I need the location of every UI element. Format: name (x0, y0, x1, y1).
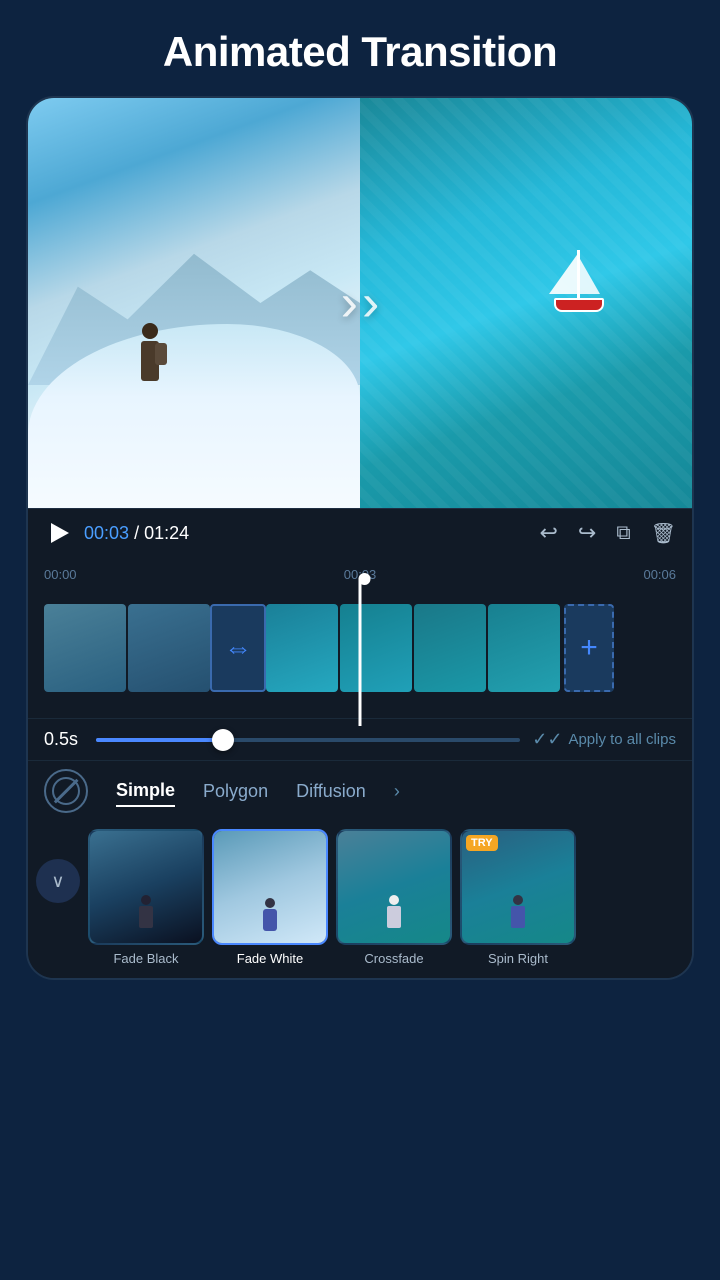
control-icons: ↩ ↪ ⧉ 🗑 (539, 520, 676, 546)
check-icon: ✓✓ (532, 729, 562, 750)
tab-simple[interactable]: Simple (116, 776, 175, 807)
duration-slider-thumb[interactable] (212, 729, 234, 751)
clip-thumb-ocean-4[interactable] (488, 604, 560, 692)
transitions-row: ∨ Fade Black (28, 821, 692, 978)
no-transition-slash (54, 779, 78, 803)
chevron-down-icon: ∨ (51, 871, 64, 892)
redo-button[interactable]: ↪ (578, 520, 596, 546)
boat-sail-left (549, 252, 579, 294)
undo-button[interactable]: ↩ (539, 520, 557, 546)
boat-sail-right (580, 259, 600, 294)
video-right-panel (360, 98, 692, 508)
apply-all-label: Apply to all clips (568, 731, 676, 748)
fade-white-label: Fade White (237, 951, 303, 966)
page-title: Animated Transition (0, 0, 720, 96)
duration-slider-fill (96, 738, 223, 742)
current-time: 00:03 (84, 523, 129, 543)
timeline-area: 00:00 00:03 00:06 (28, 557, 692, 718)
play-button[interactable] (44, 519, 72, 547)
clip-thumb-ocean-2[interactable] (340, 604, 412, 692)
transition-arrows-overlay: › › (341, 277, 380, 329)
fade-black-label: Fade Black (113, 951, 178, 966)
clip-thumb-2[interactable] (128, 604, 210, 692)
fade-white-figure (263, 898, 277, 931)
chevron-right-icon: › (341, 277, 358, 329)
video-preview: › › (28, 98, 692, 508)
delete-button[interactable]: 🗑 (651, 521, 676, 546)
spin-right-figure (511, 895, 525, 928)
duration-value: 0.5s (44, 729, 84, 750)
time-divider: / (134, 523, 139, 543)
transition-icon[interactable]: ⇔ (210, 604, 266, 692)
person-body (141, 341, 159, 381)
boat-mast (577, 250, 580, 300)
fade-white-thumb[interactable] (212, 829, 328, 945)
tab-polygon[interactable]: Polygon (203, 777, 268, 806)
clip-group-right[interactable] (266, 604, 560, 692)
transition-spin-right[interactable]: TRY Spin Right (460, 829, 576, 966)
no-transition-icon (52, 777, 80, 805)
ruler-mark-2: 00:06 (465, 567, 676, 582)
controls-bar: 00:03 / 01:24 ↩ ↪ ⧉ 🗑 (28, 508, 692, 557)
ruler-mark-0: 00:00 (44, 567, 255, 582)
person-figure (134, 323, 166, 393)
water-texture (360, 98, 692, 508)
boat-hull (554, 298, 604, 312)
time-display: 00:03 / 01:24 (84, 523, 527, 544)
clip-thumb-ocean-3[interactable] (414, 604, 486, 692)
tab-diffusion[interactable]: Diffusion (296, 777, 366, 806)
transition-crossfade[interactable]: Crossfade (336, 829, 452, 966)
no-transition-button[interactable] (44, 769, 88, 813)
crossfade-label: Crossfade (364, 951, 423, 966)
playhead (359, 578, 362, 726)
spin-right-thumb[interactable]: TRY (460, 829, 576, 945)
phone-frame: › › 00:03 / 01:24 ↩ ↪ ⧉ 🗑 (26, 96, 694, 980)
try-badge-spin-right: TRY (466, 835, 498, 851)
fade-black-thumb[interactable] (88, 829, 204, 945)
timeline-track-area: ⇔ (44, 588, 676, 718)
duplicate-button[interactable]: ⧉ (616, 522, 630, 545)
transition-swap-icon: ⇔ (224, 632, 252, 664)
category-tabs: Simple Polygon Diffusion › (28, 760, 692, 821)
crossfade-figure (387, 895, 401, 928)
clip-thumb-1[interactable] (44, 604, 126, 692)
transition-fade-white[interactable]: Fade White (212, 829, 328, 966)
person-head (142, 323, 158, 339)
fade-black-figure (139, 895, 153, 928)
chevron-right-icon-2: › (362, 277, 379, 329)
total-time: 01:24 (144, 523, 189, 543)
transition-fade-black[interactable]: Fade Black (88, 829, 204, 966)
spin-right-label: Spin Right (488, 951, 548, 966)
video-left-panel (28, 98, 360, 508)
clip-thumb-ocean-1[interactable] (266, 604, 338, 692)
person-backpack (155, 343, 167, 365)
sailboat (539, 242, 619, 322)
collapse-button[interactable]: ∨ (36, 859, 80, 903)
clip-group-left[interactable] (44, 604, 210, 692)
apply-all-clips[interactable]: ✓✓ Apply to all clips (532, 729, 676, 750)
categories-more-button[interactable]: › (394, 781, 400, 802)
duration-slider[interactable] (96, 738, 520, 742)
add-clip-button[interactable]: + (564, 604, 614, 692)
crossfade-thumb[interactable] (336, 829, 452, 945)
playhead-top (359, 573, 371, 585)
play-icon (51, 523, 69, 543)
